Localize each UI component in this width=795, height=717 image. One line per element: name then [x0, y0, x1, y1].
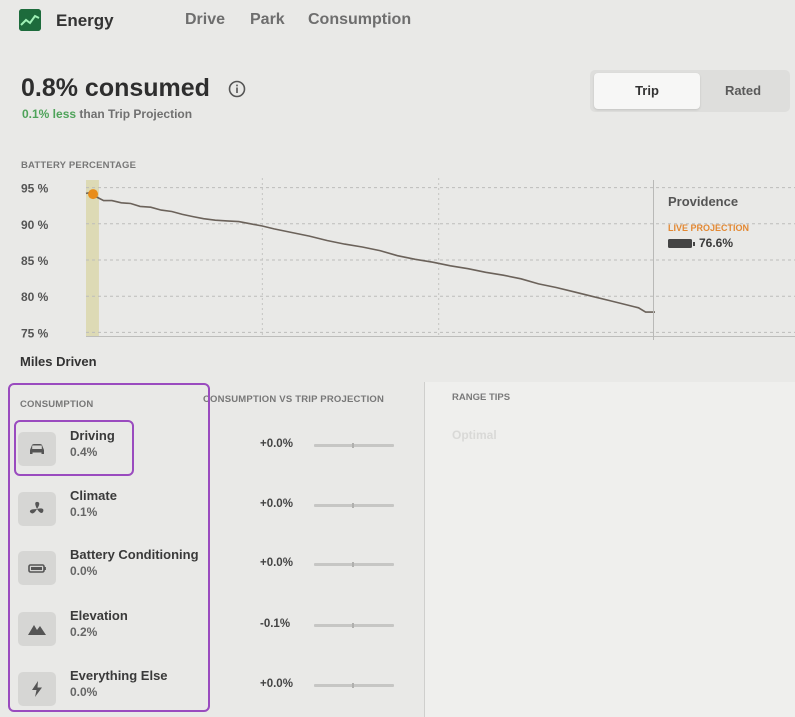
projection-rest: than Trip Projection: [79, 107, 193, 121]
x-axis-label: Miles Driven: [20, 354, 97, 369]
row-delta-bar: [314, 623, 394, 628]
projection-highlight: 0.1% less: [22, 107, 77, 121]
consumption-vs-projection-label: CONSUMPTION VS TRIP PROJECTION: [203, 394, 385, 405]
row-value: 0.1%: [70, 505, 98, 519]
driving-icon-box: [18, 432, 56, 466]
consumption-section-label: CONSUMPTION: [20, 399, 94, 410]
row-delta: +0.0%: [260, 498, 293, 510]
current-range-band: [86, 180, 99, 336]
y-tick-label: 85 %: [21, 254, 49, 268]
live-projection-value: 76.6%: [699, 236, 734, 250]
rated-toggle-button[interactable]: Rated: [700, 73, 786, 109]
mountain-icon: [28, 625, 46, 635]
battery-conditioning-icon-box: [18, 551, 56, 585]
live-projection-label: LIVE PROJECTION: [668, 223, 750, 233]
energy-app-icon: [19, 9, 41, 31]
energy-app: Energy Drive Park Consumption 0.8% consu…: [0, 0, 795, 717]
consumed-title: 0.8% consumed: [21, 74, 210, 102]
row-delta: +0.0%: [260, 557, 293, 569]
projection-comparison: 0.1% less than Trip Projection: [22, 107, 192, 121]
bolt-icon: [32, 681, 42, 697]
row-delta-bar: [314, 562, 394, 567]
info-icon[interactable]: [228, 80, 246, 98]
row-delta-bar: [314, 443, 394, 448]
elevation-icon-box: [18, 612, 56, 646]
row-delta: -0.1%: [260, 618, 291, 630]
consumption-row-climate[interactable]: Climate 0.1% +0.0%: [14, 484, 424, 540]
row-value: 0.4%: [70, 445, 98, 459]
battery-icon: [28, 564, 46, 573]
row-value: 0.0%: [70, 564, 98, 578]
trip-rated-toggle: Trip Rated: [590, 70, 790, 112]
row-delta: +0.0%: [260, 678, 293, 690]
y-tick-label: 95 %: [21, 182, 49, 196]
battery-level-icon: [668, 239, 695, 248]
row-name: Elevation: [70, 608, 128, 623]
battery-series-line: [85, 191, 655, 313]
range-tip-item: Optimal: [452, 428, 497, 442]
bar-center-tick: [352, 503, 354, 508]
row-name: Everything Else: [70, 668, 168, 683]
climate-icon-box: [18, 492, 56, 526]
trip-toggle-button[interactable]: Trip: [594, 73, 700, 109]
tab-park[interactable]: Park: [250, 11, 285, 29]
y-tick-label: 90 %: [21, 218, 49, 232]
fan-icon: [29, 501, 44, 514]
bar-center-tick: [352, 623, 354, 628]
range-tips-panel: RANGE TIPS Optimal: [424, 382, 795, 717]
consumption-row-everything-else[interactable]: Everything Else 0.0% +0.0%: [14, 664, 424, 717]
everything-else-icon-box: [18, 672, 56, 706]
row-name: Climate: [70, 488, 117, 503]
row-value: 0.0%: [70, 685, 98, 699]
car-icon: [30, 444, 44, 454]
bar-center-tick: [352, 683, 354, 688]
row-name: Battery Conditioning: [70, 547, 199, 562]
consumption-row-battery-conditioning[interactable]: Battery Conditioning 0.0% +0.0%: [14, 543, 424, 599]
row-delta: +0.0%: [260, 438, 293, 450]
app-title: Energy: [56, 11, 114, 30]
bar-center-tick: [352, 562, 354, 567]
current-position-marker: [88, 189, 99, 200]
y-tick-label: 80 %: [21, 290, 49, 304]
consumption-row-elevation[interactable]: Elevation 0.2% -0.1%: [14, 604, 424, 660]
bar-center-tick: [352, 443, 354, 448]
y-tick-label: 75 %: [21, 326, 49, 340]
consumption-row-driving[interactable]: Driving 0.4% +0.0%: [14, 424, 424, 480]
range-tips-label: RANGE TIPS: [452, 392, 511, 403]
row-delta-bar: [314, 503, 394, 508]
destination-name: Providence: [668, 194, 739, 209]
destination-panel: Providence LIVE PROJECTION 76.6%: [653, 180, 795, 340]
tab-consumption[interactable]: Consumption: [308, 11, 411, 29]
row-value: 0.2%: [70, 625, 98, 639]
row-delta-bar: [314, 683, 394, 688]
row-name: Driving: [70, 428, 115, 443]
tab-drive[interactable]: Drive: [185, 11, 225, 29]
